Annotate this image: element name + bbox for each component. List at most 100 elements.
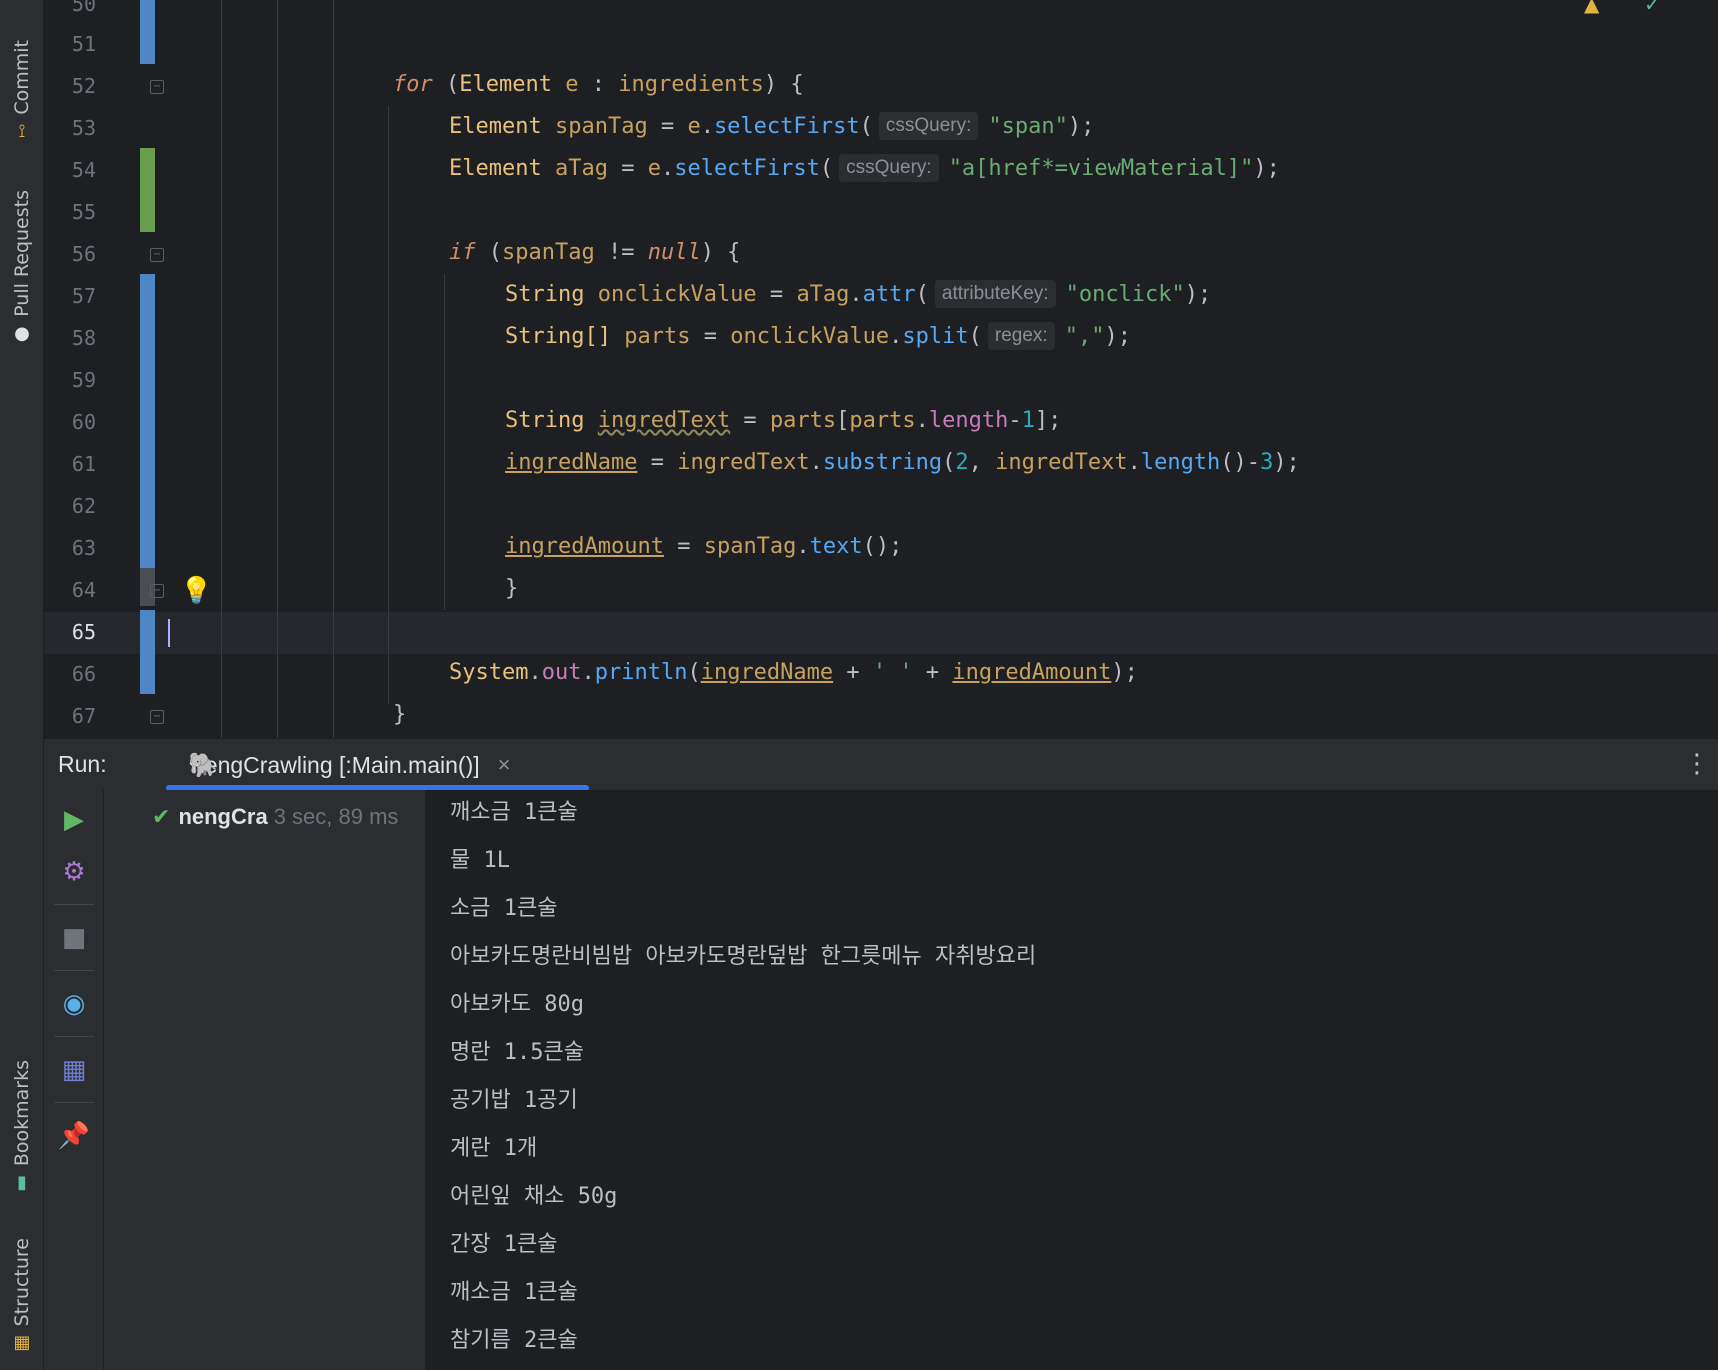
indent-guide [277,0,278,738]
console-line: 참기름 2큰술 [450,1328,578,1353]
commit-icon: ⟟ [18,120,26,142]
toolbar-separator [54,970,94,971]
code-line-53: Element spanTag = e.selectFirst(cssQuery… [449,112,1095,140]
line-number: 51 [71,32,96,56]
parameter-hint: regex: [987,322,1055,350]
current-line-highlight [44,612,1718,654]
line-number: 56 [71,242,96,266]
parameter-hint: cssQuery: [839,154,939,182]
commit-tool-tab[interactable]: Commit ⟟ [6,40,38,142]
console-line: 명란 1.5큰술 [450,1040,584,1065]
fold-icon[interactable]: − [150,248,164,262]
run-toolbar: ▶ ⚙ ■ ◉ ▦ 📌 [44,790,104,1370]
stop-icon[interactable]: ■ [58,922,90,954]
code-line-60: String ingredText = parts[parts.length-1… [505,408,1062,433]
code-line-54: Element aTag = e.selectFirst(cssQuery: "a… [449,154,1280,182]
lightbulb-icon[interactable]: 💡 [180,576,212,606]
console-output[interactable]: 깨소금 1큰술 물 1L 소금 1큰술 아보카도명란비빔밥 아보카도명란덮밥 한… [426,790,1718,1370]
code-line-56: if (spanTag != null) { [449,240,741,265]
console-line: 어린잎 채소 50g [450,1184,618,1209]
toolbar-separator [54,1102,94,1103]
warning-icon[interactable]: ▲ [1584,0,1599,16]
indent-guide [444,274,445,610]
line-number: 54 [71,158,96,182]
bookmarks-tool-label: Bookmarks [11,1060,33,1167]
structure-icon: ▦ [13,1332,31,1354]
line-number: 63 [71,536,96,560]
parameter-hint: cssQuery: [878,112,979,140]
eye-icon[interactable]: ◉ [58,988,90,1020]
vcs-modified-marker[interactable] [140,274,155,568]
line-number: 53 [71,116,96,140]
pin-icon[interactable]: 📌 [58,1120,90,1152]
pull-requests-tool-label: Pull Requests [11,190,33,317]
line-number: 55 [71,200,96,224]
console-line: 소금 1큰술 [450,896,558,921]
console-line: 아보카도 80g [450,992,584,1017]
pull-requests-tool-tab[interactable]: Pull Requests ● [6,190,38,344]
check-icon: ✔ [152,804,171,829]
gradle-icon: 🐘 [188,751,218,779]
run-icon[interactable]: ▶ [58,804,90,836]
left-tool-strip: Commit ⟟ Pull Requests ● Bookmarks ▮ Str… [0,0,44,1370]
console-line: 깨소금 1큰술 [450,1280,578,1305]
bookmark-icon: ▮ [17,1172,27,1194]
code-line-64: } [505,576,519,601]
console-line: 아보카도명란비빔밥 아보카도명란덮밥 한그릇메뉴 자취방요리 [450,944,1037,969]
gear-icon[interactable]: ⚙ [58,856,90,888]
console-line: 물 1L [450,848,510,873]
run-results-tree: ✔ nengCra 3 sec, 89 ms [104,790,426,1370]
run-tool-window-header: Run: 🐘 nengCrawling [:Main.main()] × ⋮ [44,738,1718,791]
vcs-added-marker[interactable] [140,148,155,232]
code-line-52: for (Element e : ingredients) { [393,72,804,97]
console-line: 공기밥 1공기 [450,1088,578,1113]
check-inspections-icon[interactable]: ✓ [1644,0,1661,16]
line-number: 62 [71,494,96,518]
line-number: 64 [71,578,96,602]
fold-icon[interactable]: − [150,584,164,598]
more-options-icon[interactable]: ⋮ [1684,749,1710,779]
line-number: 57 [71,284,96,308]
code-line-57: String onclickValue = aTag.attr(attribut… [505,280,1212,308]
code-editor[interactable]: ▲ ✓ 50 51 52 53 54 55 56 57 58 59 60 61 … [44,0,1718,738]
line-number: 59 [71,368,96,392]
layout-icon[interactable]: ▦ [58,1054,90,1086]
vcs-modified-marker[interactable] [140,0,155,64]
line-number: 60 [71,410,96,434]
fold-icon[interactable]: − [150,80,164,94]
parameter-hint: attributeKey: [934,280,1056,308]
run-tree-item-name: nengCra [178,804,268,829]
run-tree-item-time: 3 sec, 89 ms [273,804,399,829]
github-icon: ● [14,322,30,344]
line-number: 66 [71,662,96,686]
run-tab-title: nengCrawling [:Main.main()] [192,751,480,778]
structure-tool-tab[interactable]: Structure ▦ [6,1238,38,1353]
toolbar-separator [54,904,94,905]
code-line-58: String[] parts = onclickValue.split(rege… [505,322,1131,350]
run-tree-item[interactable]: ✔ nengCra 3 sec, 89 ms [152,804,398,830]
line-number: 50 [71,0,96,16]
indent-guide [221,0,222,738]
run-label: Run: [58,751,107,777]
line-number: 61 [71,452,96,476]
code-line-67: } [393,702,407,727]
indent-guide [333,0,334,738]
commit-tool-label: Commit [11,40,33,115]
close-tab-icon[interactable]: × [498,752,511,778]
line-number-current: 65 [71,620,96,644]
text-caret [168,619,170,647]
code-line-63: ingredAmount = spanTag.text(); [505,534,903,559]
structure-tool-label: Structure [11,1238,33,1327]
bookmarks-tool-tab[interactable]: Bookmarks ▮ [6,1060,38,1193]
code-line-61: ingredName = ingredText.substring(2, ing… [505,450,1300,475]
toolbar-separator [54,1036,94,1037]
line-number: 67 [71,704,96,728]
vcs-modified-marker[interactable] [140,610,155,694]
console-line: 계란 1개 [450,1136,538,1161]
line-number: 58 [71,326,96,350]
console-line: 간장 1큰술 [450,1232,558,1257]
fold-icon[interactable]: − [150,710,164,724]
code-line-66: System.out.println(ingredName + ' ' + in… [449,660,1138,685]
indent-guide [388,106,389,704]
run-config-tab[interactable]: 🐘 nengCrawling [:Main.main()] × [124,739,589,791]
